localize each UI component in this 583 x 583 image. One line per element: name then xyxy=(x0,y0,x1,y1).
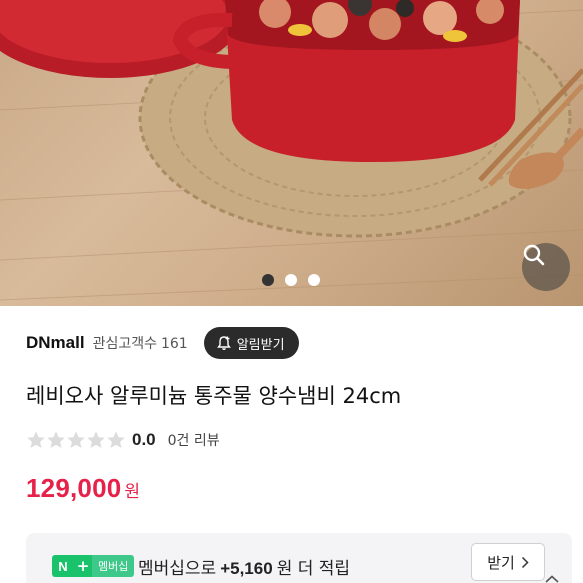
badge-n: N xyxy=(52,555,74,577)
fans-label: 관심고객수 xyxy=(92,336,157,352)
membership-points: +5,160 xyxy=(220,559,273,578)
chevron-up-icon[interactable] xyxy=(545,575,559,583)
membership-text-after: 원 더 적립 xyxy=(276,559,351,579)
carousel-dot[interactable] xyxy=(285,274,297,286)
star-icon xyxy=(87,431,105,448)
membership-text-before: 멤버십으로 xyxy=(138,559,217,579)
zoom-button[interactable] xyxy=(522,243,570,291)
receive-points-button[interactable]: 받기 xyxy=(471,543,545,581)
fans-count: 161 xyxy=(160,336,188,352)
price-unit: 원 xyxy=(124,482,141,502)
star-icon xyxy=(47,431,65,448)
rating-score: 0.0 xyxy=(132,430,156,449)
badge-label: 멤버십 xyxy=(92,555,135,577)
badge-plus: + xyxy=(74,555,92,577)
receive-label: 받기 xyxy=(487,553,515,572)
star-icon xyxy=(27,431,45,448)
star-icon xyxy=(67,431,85,448)
price: 129,000 원 xyxy=(26,473,140,504)
seller-fans: 관심고객수 161 xyxy=(93,333,188,353)
carousel-indicator xyxy=(262,274,320,286)
search-icon xyxy=(523,244,545,266)
star-rating xyxy=(26,430,126,450)
product-photo xyxy=(0,0,583,301)
seller-name[interactable]: DNmall xyxy=(26,333,85,353)
carousel-dot-active[interactable] xyxy=(262,274,274,286)
price-amount: 129,000 xyxy=(26,473,122,503)
rating[interactable]: 0.0 0건 리뷰 xyxy=(26,428,220,452)
membership-banner: N + 멤버십 멤버십으로 +5,160 원 더 적립 받기 xyxy=(26,533,572,583)
membership-points-text: 멤버십으로 +5,160 원 더 적립 xyxy=(138,554,350,579)
alert-label: 알림받기 xyxy=(236,337,285,353)
seller-info: DNmall 관심고객수 161 알림받기 xyxy=(26,326,566,360)
bell-plus-icon xyxy=(216,336,231,350)
review-count[interactable]: 0건 리뷰 xyxy=(168,430,220,450)
product-image[interactable] xyxy=(0,0,583,306)
naver-plus-membership-badge: N + 멤버십 xyxy=(52,555,135,577)
chevron-right-icon xyxy=(521,556,529,568)
carousel-dot[interactable] xyxy=(308,274,320,286)
product-title: 레비오사 알루미늄 통주물 양수냄비 24cm xyxy=(26,384,402,408)
star-icon xyxy=(107,431,125,448)
alert-subscribe-button[interactable]: 알림받기 xyxy=(203,327,299,359)
